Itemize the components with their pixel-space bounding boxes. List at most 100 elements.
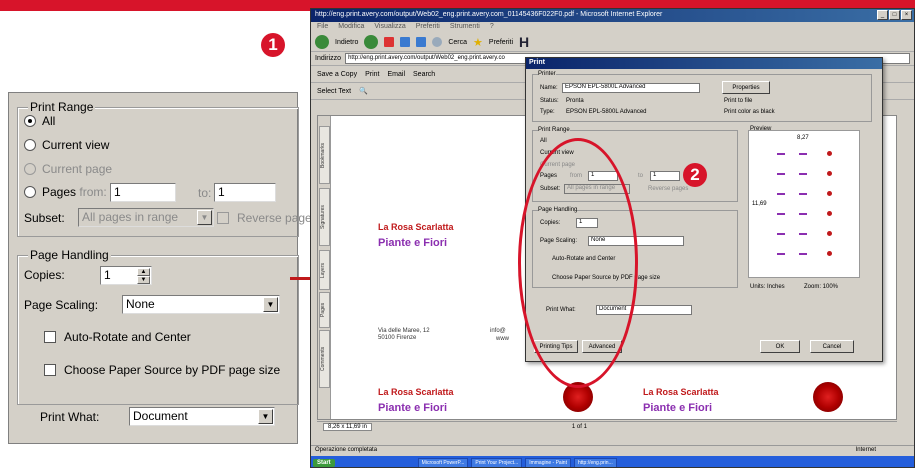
radio-all[interactable]: All (24, 114, 55, 128)
shop-info: info@ (490, 328, 506, 334)
h-icon[interactable]: H (519, 34, 529, 50)
favorites-label[interactable]: Preferiti (489, 39, 513, 46)
printer-name-label: Name: (540, 85, 558, 91)
menu-item[interactable]: Visualizza (374, 23, 405, 32)
preview-units: Units: Inches (750, 284, 785, 290)
auto-rotate-checkbox[interactable]: Auto-Rotate and Center (44, 330, 191, 344)
search-label[interactable]: Cerca (448, 39, 467, 46)
status-zone: Internet (855, 447, 876, 453)
radio-current-view[interactable]: Current view (24, 138, 109, 152)
email-button[interactable]: Email (388, 71, 406, 78)
print-dialog-title: Print (526, 58, 882, 69)
task-button[interactable]: Print Your Project... (471, 457, 523, 467)
print-button[interactable]: Print (365, 71, 379, 78)
chevron-down-icon[interactable]: ▼ (263, 297, 278, 312)
search-button[interactable]: Search (413, 71, 435, 78)
radio-current-view-label: Current view (42, 138, 110, 152)
cancel-button[interactable]: Cancel (810, 340, 854, 353)
choose-paper-label: Choose Paper Source by PDF page size (64, 363, 281, 377)
step-badge-2: 2 (683, 163, 707, 187)
close-icon[interactable]: × (901, 10, 912, 20)
menu-item[interactable]: Strumenti (450, 23, 480, 32)
task-button[interactable]: Microsoft PowerP... (417, 457, 469, 467)
preview-width: 8,27 (797, 135, 809, 141)
address-label: Indirizzo (315, 55, 342, 62)
reverse-pages-checkbox: Reverse pages (217, 211, 318, 225)
menu-item[interactable]: ? (490, 23, 494, 32)
print-what-select[interactable]: Document ▼ (129, 407, 275, 426)
radio-icon (24, 186, 36, 198)
page-scaling-select[interactable]: None ▼ (122, 295, 280, 314)
stop-icon[interactable] (384, 37, 395, 47)
radio-icon (24, 163, 36, 175)
taskbar: Start Microsoft PowerP... Print Your Pro… (311, 456, 914, 467)
radio-current-page: Current page (24, 162, 112, 176)
window-controls: _ □ × (877, 10, 912, 20)
label-mark (799, 233, 807, 235)
print-what-label: Print What: (40, 410, 100, 424)
menu-item[interactable]: File (317, 23, 328, 32)
page-handling-group: Page Handling Copies: 1 ▲ ▼ Page Scaling: … (17, 248, 299, 405)
rose-mark (827, 171, 832, 176)
save-copy-button[interactable]: Save a Copy (317, 71, 357, 78)
side-tab-bookmarks[interactable]: Bookmarks (319, 126, 330, 184)
maximize-icon[interactable]: □ (889, 10, 900, 20)
print-range-title: Print Range (28, 100, 96, 114)
print-color-black-checkbox[interactable]: Print color as black (724, 109, 775, 115)
radio-current-page-label: Current page (42, 162, 113, 176)
nav-toolbar: Indietro Cerca ★ Preferiti H (311, 33, 914, 52)
chevron-down-icon[interactable]: ▼ (258, 409, 273, 424)
back-label[interactable]: Indietro (335, 39, 358, 46)
rose-image (813, 382, 843, 412)
side-tab-layers[interactable]: Layers (319, 250, 330, 290)
printer-name-select[interactable]: EPSON EPL-5800L Advanced (562, 83, 700, 93)
label-mark (777, 153, 785, 155)
back-icon[interactable] (315, 35, 329, 49)
choose-paper-checkbox[interactable]: Choose Paper Source by PDF page size (44, 363, 280, 377)
start-button[interactable]: Start (313, 458, 335, 467)
minimize-icon[interactable]: _ (877, 10, 888, 20)
print-to-file-checkbox[interactable]: Print to file (724, 98, 752, 104)
step-badge-1: 1 (261, 33, 285, 57)
checkbox-icon (44, 331, 56, 343)
label-mark (799, 153, 807, 155)
dlg-radio-all[interactable]: All (540, 138, 547, 144)
dlg-to-input[interactable]: 1 (650, 171, 680, 181)
task-button[interactable]: http://eng.prin... (573, 457, 617, 467)
menu-item[interactable]: Modifica (338, 23, 364, 32)
copies-stepper[interactable]: 1 ▲ ▼ (100, 266, 152, 285)
search-icon[interactable] (432, 37, 443, 47)
preview-zoom: Zoom: 100% (804, 284, 839, 290)
refresh-icon[interactable] (400, 37, 411, 47)
task-button[interactable]: Immagine - Paint (525, 457, 571, 467)
to-input[interactable]: 1 (214, 183, 276, 202)
page-handling-title: Page Handling (28, 248, 111, 262)
radio-pages[interactable]: Pages from: (24, 185, 107, 199)
highlight-ellipse (518, 138, 638, 388)
auto-rotate-label: Auto-Rotate and Center (64, 330, 191, 344)
subset-label: Subset: (24, 211, 65, 225)
spinner-icon[interactable]: ▲ ▼ (137, 268, 150, 284)
select-text-button[interactable]: Select Text (317, 88, 351, 95)
checkbox-icon (217, 212, 229, 224)
doc-status-bar: 8,26 x 11,69 in 1 of 1 (317, 421, 897, 432)
forward-icon[interactable] (364, 35, 379, 49)
printer-type-value: EPSON EPL-5800L Advanced (566, 109, 647, 115)
ok-button[interactable]: OK (760, 340, 800, 353)
side-tab-comments[interactable]: Comments (319, 330, 330, 388)
dlg-reverse-checkbox: Reverse pages (648, 186, 689, 192)
rose-mark (827, 231, 832, 236)
from-input[interactable]: 1 (110, 183, 176, 202)
shop-name-1: La Rosa Scarlatta (378, 222, 454, 232)
page-nav-label: 1 of 1 (571, 424, 587, 430)
menu-item[interactable]: Preferiti (416, 23, 440, 32)
side-tab-signatures[interactable]: Signatures (319, 188, 330, 246)
label-mark (799, 173, 807, 175)
print-preview: 8,27 11,69 (748, 130, 860, 278)
home-icon[interactable] (416, 37, 427, 47)
side-tab-pages[interactable]: Pages (319, 292, 330, 328)
properties-button[interactable]: Properties (722, 81, 770, 94)
rose-mark (827, 191, 832, 196)
star-icon[interactable]: ★ (473, 36, 483, 49)
zoom-icon[interactable]: 🔍 (359, 87, 368, 95)
